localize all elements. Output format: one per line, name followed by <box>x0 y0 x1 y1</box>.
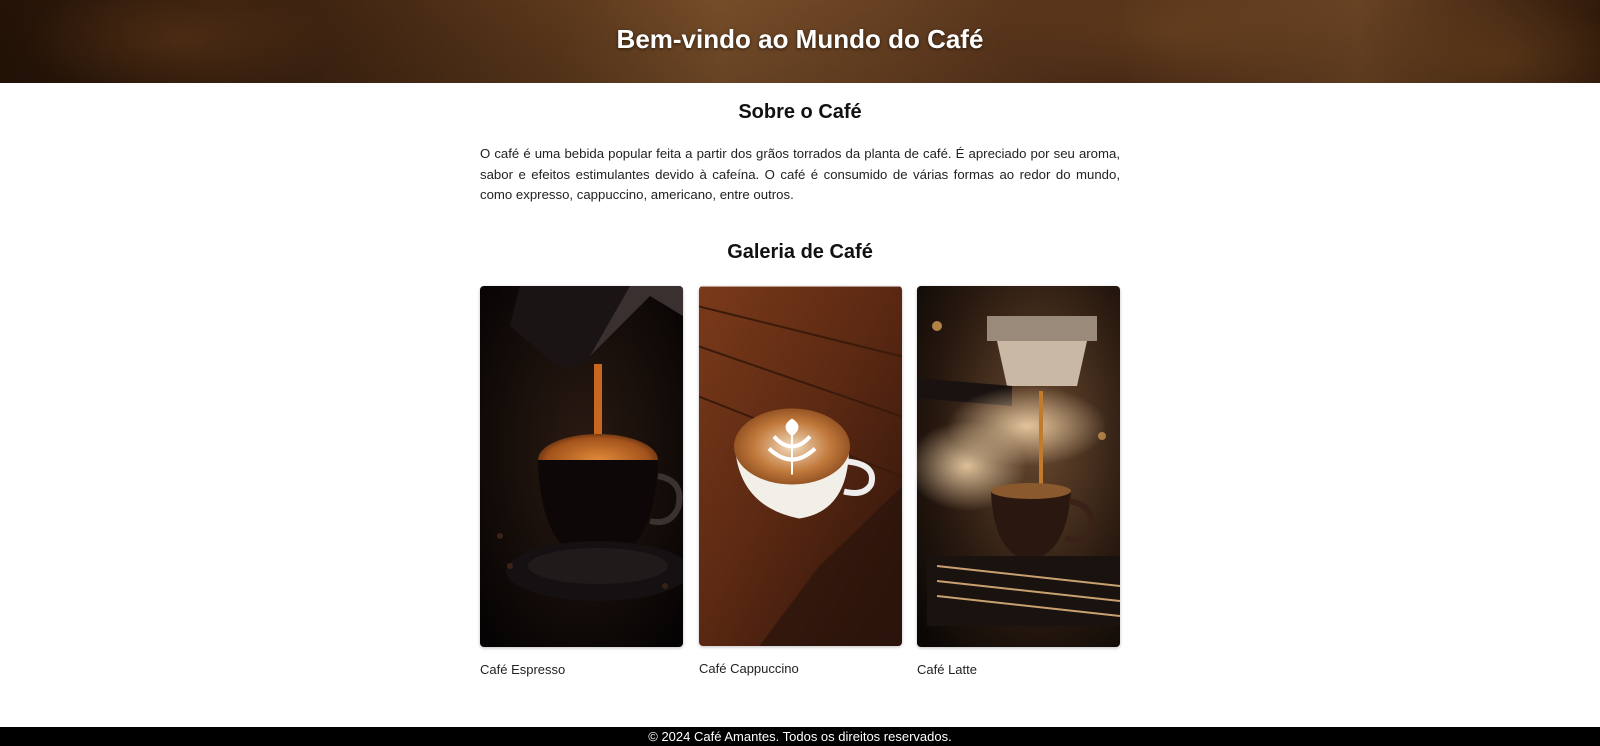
gallery-caption: Café Latte <box>917 662 977 677</box>
page: Bem-vindo ao Mundo do Café Sobre o Café … <box>0 0 1600 746</box>
coffee-gallery: Café Espresso Café Cappuccino Café Latte <box>480 286 1120 686</box>
gallery-caption: Café Espresso <box>480 662 566 677</box>
latte-photo <box>917 286 1120 647</box>
gallery-card-cappuccino: Café Cappuccino <box>699 286 902 676</box>
espresso-pour-image <box>480 286 683 647</box>
espresso-photo <box>480 286 683 647</box>
gallery-heading: Galeria de Café <box>727 241 873 263</box>
about-heading: Sobre o Café <box>738 101 862 123</box>
gallery-card-espresso: Café Espresso <box>480 286 683 677</box>
cappuccino-photo <box>699 286 902 646</box>
espresso-machine-image <box>917 286 1120 647</box>
footer: © 2024 Café Amantes. Todos os direitos r… <box>0 727 1600 746</box>
gallery-card-latte: Café Latte <box>917 286 1120 677</box>
about-paragraph: O café é uma bebida popular feita a part… <box>480 146 1120 202</box>
gallery-caption: Café Cappuccino <box>699 661 799 676</box>
header-banner: Bem-vindo ao Mundo do Café <box>0 0 1600 83</box>
page-title: Bem-vindo ao Mundo do Café <box>616 24 984 54</box>
latte-art-cup-image <box>699 286 902 646</box>
footer-copyright: © 2024 Café Amantes. Todos os direitos r… <box>648 729 952 744</box>
